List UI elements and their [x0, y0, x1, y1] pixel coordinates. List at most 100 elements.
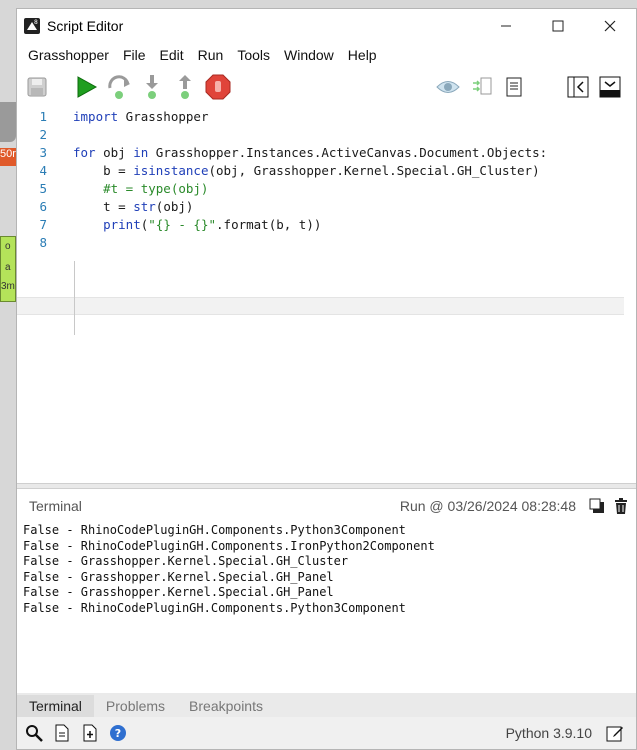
step-over-button[interactable]: [105, 73, 133, 101]
minimize-button[interactable]: [480, 9, 532, 43]
code-line: b = isinstance(obj, Grasshopper.Kernel.S…: [73, 163, 540, 178]
explorer-button[interactable]: [51, 722, 73, 744]
line-number: 8: [39, 235, 47, 250]
code-token: Grasshopper: [118, 109, 209, 124]
code-token: for: [73, 145, 96, 160]
help-button[interactable]: ?: [107, 722, 129, 744]
notes-button[interactable]: [501, 73, 527, 101]
menu-tools[interactable]: Tools: [230, 47, 277, 63]
code-line: for obj in Grasshopper.Instances.ActiveC…: [73, 145, 547, 160]
code-token: #t = type(obj): [73, 181, 209, 196]
stop-icon: [205, 74, 231, 100]
search-icon: [26, 725, 43, 742]
svg-text:?: ?: [115, 727, 121, 740]
compare-icon: [473, 77, 492, 95]
python-version[interactable]: Python 3.9.10: [506, 725, 592, 741]
file-icon: [55, 724, 69, 742]
canvas-node-green: o a 3m: [0, 236, 16, 302]
tab-problems[interactable]: Problems: [94, 695, 177, 717]
panel-splitter[interactable]: [17, 483, 636, 489]
play-icon: [77, 76, 98, 98]
script-editor-window: 8 Script Editor Grasshopper File Edit Ru…: [16, 8, 637, 750]
code-token: (obj, Grasshopper.Kernel.Special.GH_Clus…: [208, 163, 540, 178]
maximize-button[interactable]: [532, 9, 584, 43]
code-line: import Grasshopper: [73, 109, 208, 124]
toggle-bottom-panel-button[interactable]: [597, 73, 623, 101]
panel-bottom-icon: [599, 76, 621, 98]
tab-breakpoints[interactable]: Breakpoints: [177, 695, 275, 717]
package-button[interactable]: [79, 722, 101, 744]
code-token: import: [73, 109, 119, 124]
line-number: 1: [39, 109, 47, 124]
svg-text:8: 8: [34, 19, 38, 26]
close-icon: [604, 20, 616, 32]
status-bar: ? Python 3.9.10: [17, 717, 636, 749]
menu-file[interactable]: File: [116, 47, 153, 63]
save-button[interactable]: [23, 73, 51, 101]
menu-help[interactable]: Help: [341, 47, 384, 63]
line-number: 4: [39, 163, 47, 178]
line-number: 7: [39, 217, 47, 232]
document-icon: [506, 77, 522, 97]
run-button[interactable]: [72, 73, 100, 101]
toggle-left-panel-button[interactable]: [565, 73, 591, 101]
edit-environment-button[interactable]: [604, 722, 626, 744]
menu-grasshopper[interactable]: Grasshopper: [21, 47, 116, 63]
menu-run[interactable]: Run: [191, 47, 231, 63]
code-token: str: [133, 199, 156, 214]
close-button[interactable]: [584, 9, 636, 43]
code-token: Grasshopper.Instances.ActiveCanvas.Docum…: [148, 145, 548, 160]
menu-edit[interactable]: Edit: [153, 47, 191, 63]
trash-icon[interactable]: [612, 497, 630, 515]
line-number-gutter: 1 2 3 4 5 6 7 8: [17, 107, 61, 483]
terminal-output[interactable]: False - RhinoCodePluginGH.Components.Pyt…: [23, 523, 631, 693]
help-icon: ?: [110, 725, 126, 741]
title-bar[interactable]: 8 Script Editor: [17, 9, 636, 43]
compare-button[interactable]: [469, 73, 495, 101]
copy-icon[interactable]: [588, 497, 606, 515]
panel-left-icon: [567, 76, 589, 98]
eye-icon: [436, 81, 460, 93]
line-number: 5: [39, 181, 47, 196]
code-editor[interactable]: 1 2 3 4 5 6 7 8 import Grasshopper for obj in Gr…: [17, 107, 636, 483]
rhino-app-icon: 8: [24, 18, 40, 34]
menu-bar: Grasshopper File Edit Run Tools Window H…: [17, 43, 636, 67]
line-number: 6: [39, 199, 47, 214]
minimize-icon: [501, 25, 511, 27]
terminal-line: False - RhinoCodePluginGH.Components.Pyt…: [23, 523, 406, 537]
search-button[interactable]: [23, 722, 45, 744]
terminal-line: False - Grasshopper.Kernel.Special.GH_Pa…: [23, 569, 334, 584]
toolbar: [17, 67, 636, 107]
save-icon: [27, 77, 47, 97]
code-token: .format(b, t)): [216, 217, 322, 232]
step-out-button[interactable]: [171, 73, 199, 101]
terminal-line: False - Grasshopper.Kernel.Special.GH_Cl…: [23, 554, 349, 568]
step-out-icon: [179, 75, 191, 99]
bottom-tabs: Terminal Problems Breakpoints: [17, 693, 636, 717]
terminal-header: Terminal Run @ 03/26/2024 08:28:48: [17, 491, 636, 521]
step-into-button[interactable]: [138, 73, 166, 101]
code-token: obj: [95, 145, 134, 160]
terminal-line: False - Grasshopper.Kernel.Special.GH_Pa…: [23, 585, 334, 599]
window-title: Script Editor: [47, 18, 124, 34]
menu-window[interactable]: Window: [277, 47, 341, 63]
terminal-line: False - RhinoCodePluginGH.Components.Pyt…: [23, 600, 406, 615]
canvas-node-fragment: [0, 102, 16, 142]
file-plus-icon: [83, 724, 97, 742]
edit-icon: [606, 726, 623, 742]
watch-button[interactable]: [435, 73, 461, 101]
code-token: isinstance: [133, 163, 209, 178]
step-into-icon: [146, 75, 158, 99]
editor-scrollbar[interactable]: [624, 107, 636, 483]
canvas-node-orange: 50r: [0, 148, 16, 166]
stop-button[interactable]: [204, 73, 232, 101]
code-line: t = str(obj): [73, 199, 193, 214]
tab-terminal[interactable]: Terminal: [17, 695, 94, 717]
terminal-line: False - RhinoCodePluginGH.Components.Iro…: [23, 538, 435, 553]
code-token: b =: [73, 163, 134, 178]
maximize-icon: [552, 20, 564, 32]
indent-guide: [74, 261, 75, 335]
code-token: (obj): [155, 199, 194, 214]
line-number: 2: [39, 127, 47, 142]
